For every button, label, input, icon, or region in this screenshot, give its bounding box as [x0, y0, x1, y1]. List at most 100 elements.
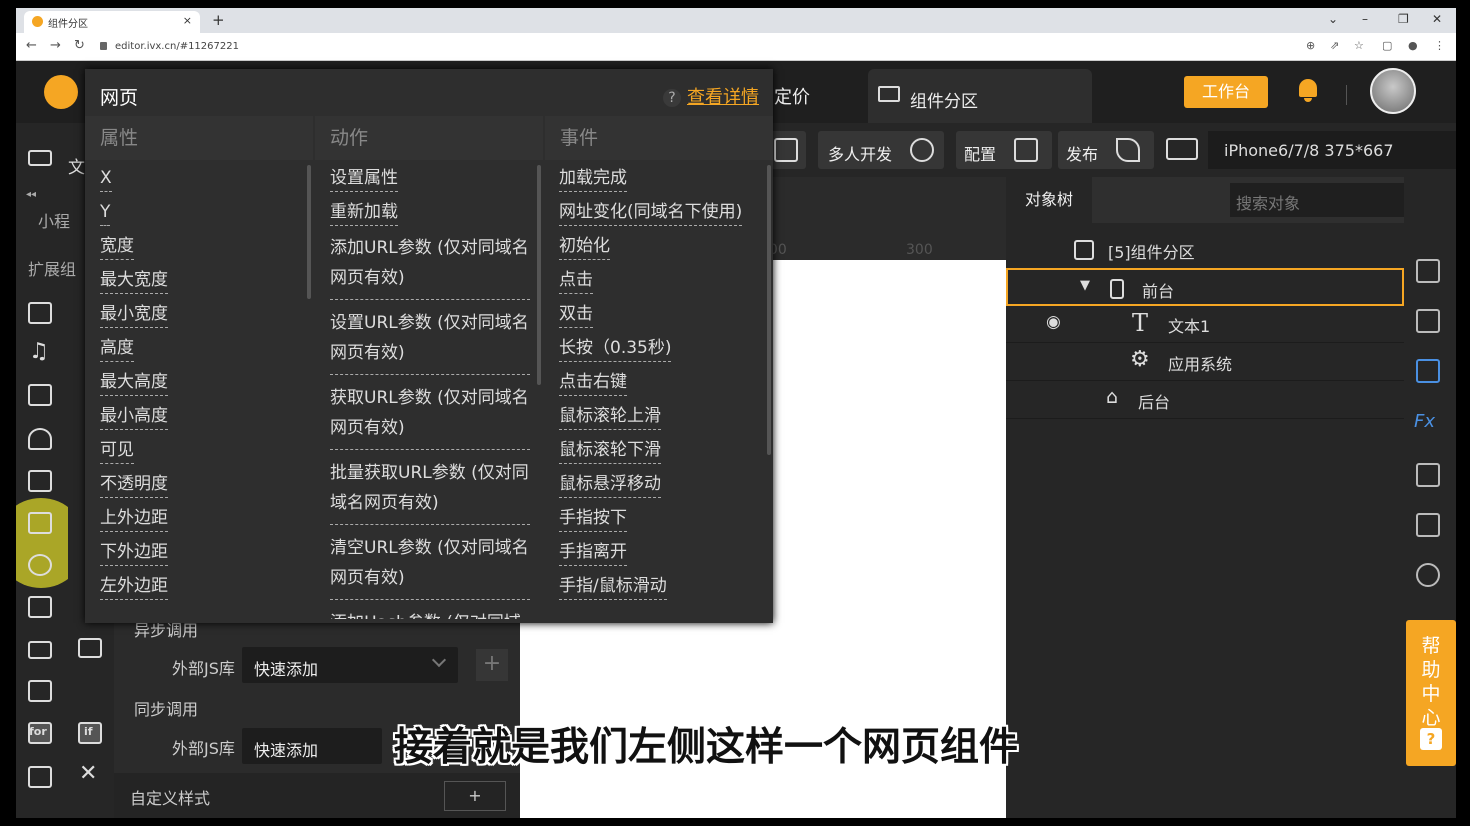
list-icon[interactable] — [26, 763, 56, 793]
event-item[interactable]: 双击 — [559, 297, 759, 331]
event-item[interactable]: 点击 — [559, 263, 759, 297]
live-icon[interactable] — [26, 635, 56, 665]
property-item[interactable]: 上外边距 — [100, 501, 300, 535]
side-panel-icon[interactable]: ▢ — [1382, 39, 1392, 52]
new-tab-button[interactable]: + — [212, 11, 225, 29]
tree-node-app-system[interactable]: ⚙ 应用系统 — [1006, 343, 1404, 381]
qr-component-icon[interactable] — [26, 593, 56, 623]
browser-menu-icon[interactable]: ⋮ — [1434, 39, 1445, 52]
property-item[interactable]: 宽度 — [100, 229, 300, 263]
device-toggle-button[interactable] — [1160, 131, 1204, 169]
url-field[interactable]: editor.ivx.cn/#11267221 — [100, 37, 1300, 57]
browser-tab[interactable]: 组件分区 × — [24, 11, 200, 33]
caret-down-icon[interactable]: ▼ — [1080, 278, 1090, 293]
action-item[interactable]: 添加URL参数 (仅对同域名网页有效) — [330, 229, 530, 300]
chat-icon[interactable] — [1416, 359, 1440, 383]
pen-tool-icon[interactable] — [26, 551, 56, 581]
custom-style-add-button[interactable]: + — [444, 781, 506, 811]
collapse-icon[interactable]: ◂◂ — [26, 189, 56, 203]
shuffle-icon[interactable]: ✕ — [76, 761, 106, 793]
image-component-icon[interactable] — [26, 381, 56, 411]
external-js-select[interactable]: 快速添加 — [242, 647, 458, 683]
tree-node-backend[interactable]: ⌂ 后台 — [1006, 381, 1404, 419]
function-icon[interactable]: Fx — [1414, 411, 1435, 432]
app-logo[interactable] — [44, 75, 78, 109]
word-doc-icon[interactable] — [26, 467, 56, 497]
component-zone-tab[interactable]: 组件分区 — [868, 69, 1092, 123]
copy-icon[interactable] — [1416, 463, 1440, 487]
zoom-icon[interactable]: ⊕ — [1306, 39, 1315, 52]
tab-search-icon[interactable]: ⌄ — [1328, 12, 1338, 26]
minimize-icon[interactable]: – — [1362, 12, 1368, 26]
swap-icon[interactable] — [1416, 513, 1440, 537]
property-item[interactable]: 最小宽度 — [100, 297, 300, 331]
event-item[interactable]: 点击右键 — [559, 365, 759, 399]
bell-icon[interactable] — [1298, 77, 1318, 103]
event-item[interactable]: 网址变化(同域名下使用) — [559, 195, 759, 229]
folder-icon[interactable] — [26, 143, 56, 173]
webpage-component-icon[interactable] — [26, 425, 56, 455]
event-item[interactable]: 鼠标滚轮上滑 — [559, 399, 759, 433]
edit-icon[interactable] — [26, 299, 56, 329]
config-button[interactable]: 配置 — [956, 131, 1052, 169]
action-item[interactable]: 设置URL参数 (仅对同域名网页有效) — [330, 304, 530, 375]
action-item[interactable]: 设置属性 — [330, 161, 530, 195]
multi-dev-button[interactable]: 多人开发 — [818, 131, 944, 169]
view-details-link[interactable]: ? 查看详情 — [663, 83, 759, 109]
tree-node-frontend[interactable]: ▼ 前台 — [1006, 268, 1404, 306]
tree-node-component-zone[interactable]: [5]组件分区 — [1006, 231, 1404, 269]
action-item[interactable]: 获取URL参数 (仅对同域名网页有效) — [330, 379, 530, 450]
music-icon[interactable]: ♫ — [26, 339, 56, 371]
property-item[interactable]: 可见 — [100, 433, 300, 467]
workbench-button[interactable]: 工作台 — [1184, 76, 1268, 108]
event-item[interactable]: 手指离开 — [559, 535, 759, 569]
ppt-doc-icon[interactable] — [26, 509, 56, 539]
help-center-button[interactable]: 帮助中心 ? — [1406, 620, 1456, 766]
share-icon[interactable]: ⇗ — [1330, 39, 1339, 52]
info-icon[interactable] — [1416, 259, 1440, 283]
event-item[interactable]: 加载完成 — [559, 161, 759, 195]
eye-icon[interactable]: ◉ — [1046, 312, 1061, 332]
video-icon[interactable] — [76, 635, 106, 665]
mixer-icon[interactable] — [26, 677, 56, 707]
profile-icon[interactable]: ● — [1408, 39, 1418, 52]
component-settings-icon[interactable] — [1416, 309, 1440, 333]
for-loop-icon[interactable]: for — [26, 719, 56, 749]
if-branch-icon[interactable]: if — [76, 719, 106, 749]
restore-icon[interactable]: ❐ — [1398, 12, 1409, 26]
event-item[interactable]: 初始化 — [559, 229, 759, 263]
event-item[interactable]: 鼠标滚轮下滑 — [559, 433, 759, 467]
action-item[interactable]: 添加Hash参数 (仅对同域名网页有效) — [330, 604, 530, 619]
tab-close-icon[interactable]: × — [183, 14, 192, 27]
reload-icon[interactable]: ↻ — [74, 38, 85, 53]
event-item[interactable]: 手指/鼠标滑动 — [559, 569, 759, 603]
back-icon[interactable]: ← — [26, 38, 37, 53]
actions-scrollbar[interactable] — [537, 165, 541, 385]
property-item[interactable]: 左外边距 — [100, 569, 300, 603]
bookmark-star-icon[interactable]: ☆ — [1354, 39, 1364, 52]
avatar[interactable] — [1370, 68, 1416, 114]
close-window-icon[interactable]: ✕ — [1432, 12, 1442, 26]
property-item[interactable]: 最大宽度 — [100, 263, 300, 297]
action-item[interactable]: 批量获取URL参数 (仅对同域名网页有效) — [330, 454, 530, 525]
property-item[interactable]: 高度 — [100, 331, 300, 365]
external-js-select-2[interactable]: 快速添加 — [242, 728, 382, 764]
event-item[interactable]: 手指按下 — [559, 501, 759, 535]
publish-button[interactable]: 发布 — [1058, 131, 1154, 169]
add-js-button[interactable]: + — [476, 649, 508, 681]
property-item[interactable]: 不透明度 — [100, 467, 300, 501]
tree-node-text1[interactable]: ◉ T 文本1 — [1006, 305, 1404, 343]
event-item[interactable]: 长按（0.35秒) — [559, 331, 759, 365]
event-item[interactable]: 鼠标悬浮移动 — [559, 467, 759, 501]
property-item[interactable]: 最小高度 — [100, 399, 300, 433]
device-select[interactable]: iPhone6/7/8 375*667 — [1208, 131, 1456, 169]
forward-icon[interactable]: → — [50, 38, 61, 53]
property-item[interactable]: X — [100, 161, 300, 195]
action-item[interactable]: 清空URL参数 (仅对同域名网页有效) — [330, 529, 530, 600]
property-item[interactable]: Y — [100, 195, 300, 229]
properties-scrollbar[interactable] — [307, 165, 311, 299]
events-scrollbar[interactable] — [767, 165, 771, 455]
property-item[interactable]: 下外边距 — [100, 535, 300, 569]
action-item[interactable]: 重新加载 — [330, 195, 530, 229]
target-icon[interactable] — [1416, 563, 1440, 587]
